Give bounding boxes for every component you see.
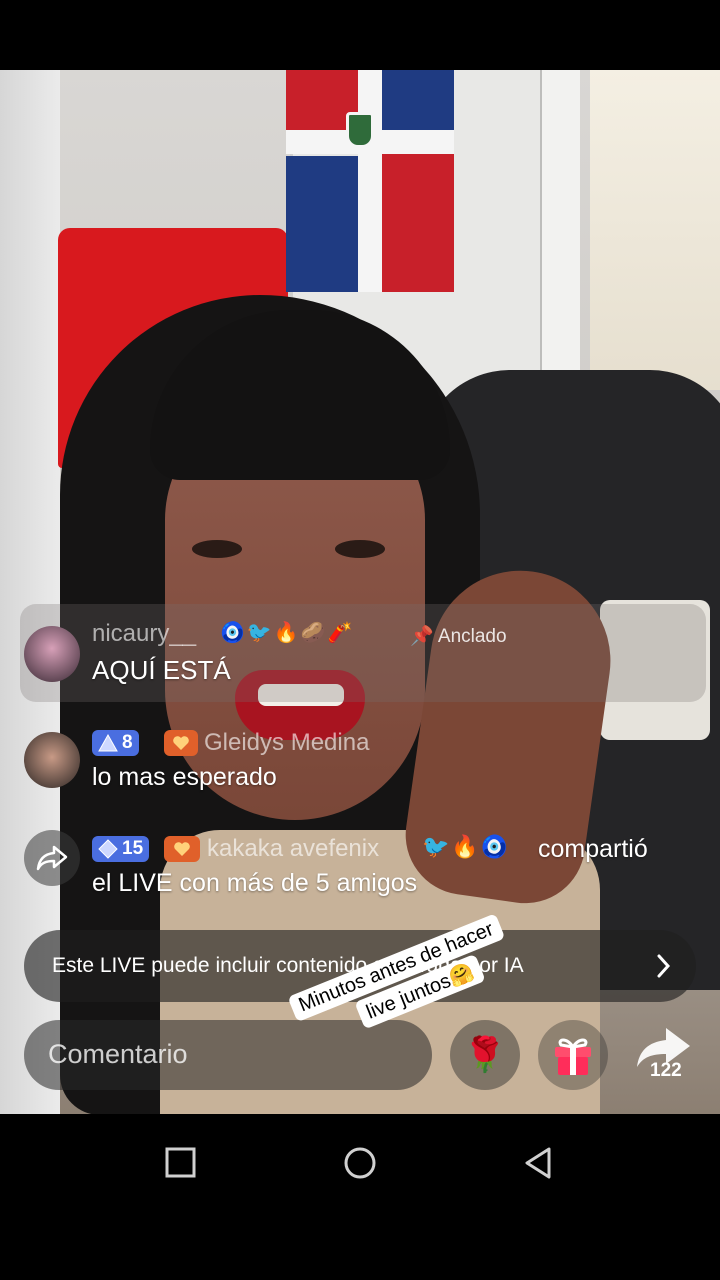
comment-username[interactable]: nicaury__: [92, 620, 196, 648]
door-frame: [540, 70, 580, 400]
rose-gift-button[interactable]: 🌹: [450, 1020, 520, 1090]
comment-message: lo mas esperado: [92, 763, 277, 791]
share-count: 122: [650, 1060, 682, 1081]
back-icon[interactable]: [522, 1146, 556, 1180]
comment-input[interactable]: Comentario: [24, 1020, 432, 1090]
heart-icon: [174, 842, 190, 856]
navigation-bar: [0, 1114, 720, 1280]
eye: [335, 540, 385, 558]
rose-icon: 🌹: [463, 1036, 507, 1074]
gift-icon: [555, 1038, 591, 1075]
fan-badge: [164, 836, 200, 862]
eye: [192, 540, 242, 558]
comment-username[interactable]: kakaka avefenix: [207, 835, 379, 863]
level-badge: 8: [92, 730, 139, 756]
wall: [590, 70, 720, 390]
status-bar: [0, 0, 720, 70]
dominican-flag: [286, 70, 454, 292]
home-icon[interactable]: [343, 1146, 377, 1180]
diamond-icon: [98, 839, 118, 859]
emoji-badges: 🧿🐦🔥🥔🧨: [220, 622, 355, 644]
avatar[interactable]: [24, 732, 80, 788]
share-arrow-icon: [36, 845, 68, 871]
emoji-badges: 🐦🔥🧿: [422, 834, 511, 859]
fan-badge: [164, 730, 198, 756]
comment-username[interactable]: Gleidys Medina: [204, 729, 369, 757]
comment-placeholder: Comentario: [48, 1039, 188, 1069]
comment-message: el LIVE con más de 5 amigos: [92, 869, 418, 897]
avatar[interactable]: [24, 626, 80, 682]
gift-button[interactable]: [538, 1020, 608, 1090]
pin-icon: 📌: [410, 626, 434, 647]
pinned-tag: 📌 Anclado: [410, 624, 507, 648]
comment-message: AQUÍ ESTÁ: [92, 655, 231, 685]
pinned-label: Anclado: [437, 626, 507, 647]
pyramid-icon: [98, 734, 118, 752]
pinned-comment[interactable]: [20, 604, 706, 702]
chevron-right-icon: [657, 954, 671, 978]
level-badge: 15: [92, 836, 150, 862]
share-activity-icon: [24, 830, 80, 886]
heart-icon: [173, 736, 189, 750]
share-action: compartió: [538, 835, 648, 863]
recent-apps-icon[interactable]: [164, 1146, 198, 1180]
